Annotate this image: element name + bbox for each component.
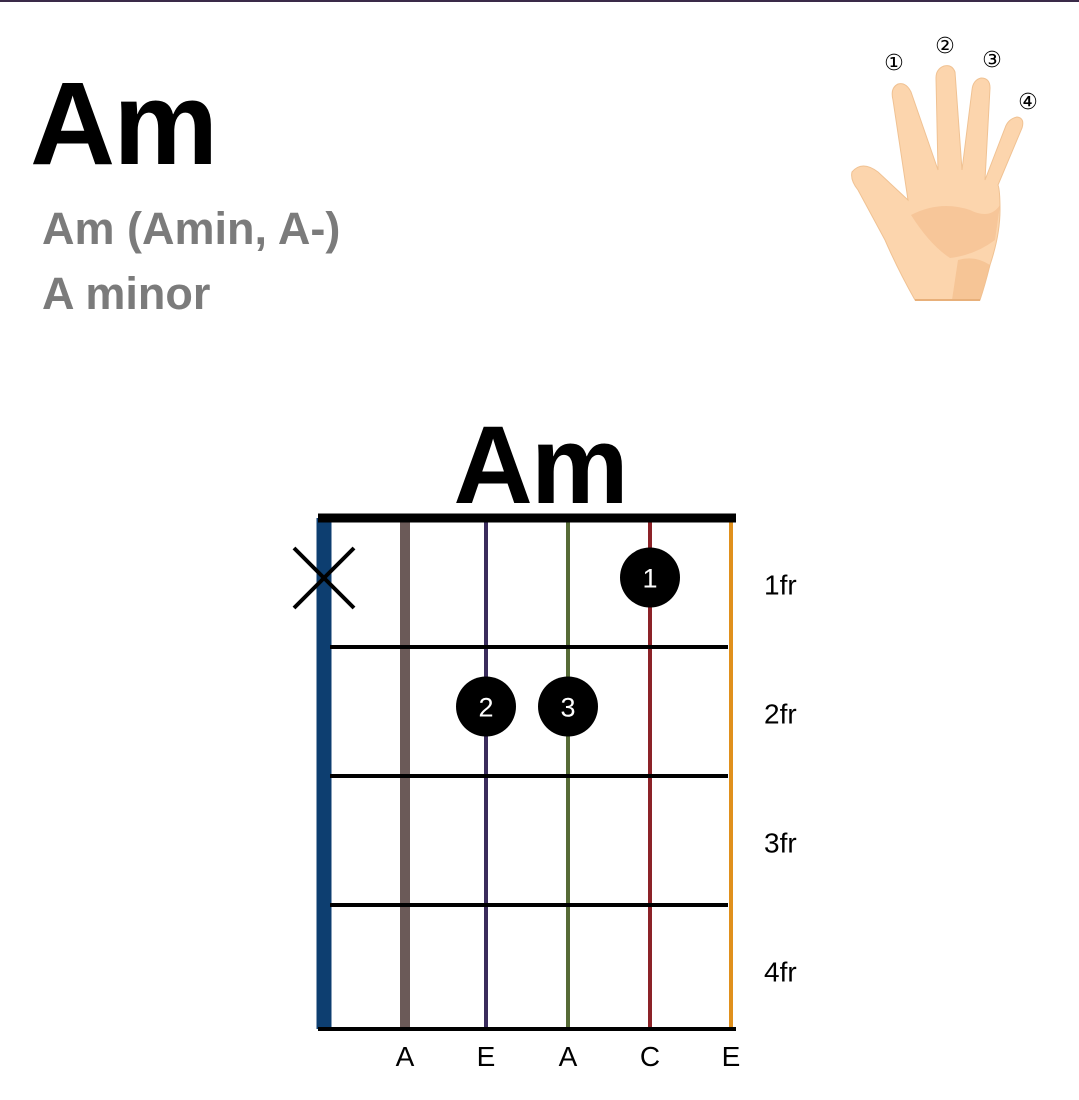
fret-label: 1fr: [764, 570, 797, 601]
finger-dot-label: 3: [560, 693, 575, 723]
finger-dot-label: 2: [478, 693, 493, 723]
fret-label: 3fr: [764, 828, 797, 859]
fret-label: 2fr: [764, 699, 797, 730]
string-note-label: A: [559, 1041, 578, 1072]
chord-diagram: 1 2 3 1fr 2fr 3fr 4fr A E A C E: [292, 513, 797, 1072]
string-note-label: E: [477, 1041, 496, 1072]
string-note-label: A: [396, 1041, 415, 1072]
fret-label: 4fr: [764, 957, 797, 988]
finger-dot-label: 1: [642, 564, 657, 594]
string-note-label: C: [640, 1041, 660, 1072]
string-note-label: E: [722, 1041, 741, 1072]
